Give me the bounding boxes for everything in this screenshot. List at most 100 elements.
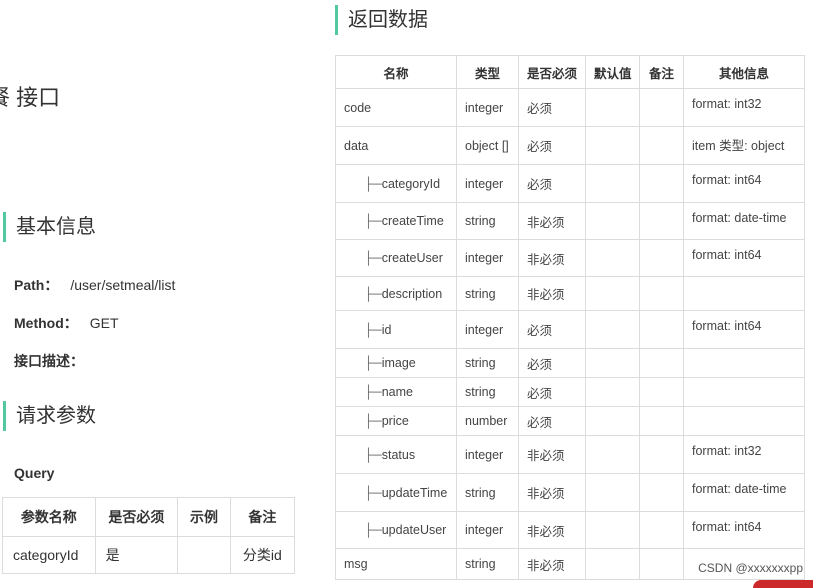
response-field-type: string	[456, 473, 519, 512]
response-field-remark	[639, 473, 684, 512]
response-field-default	[585, 202, 640, 240]
response-field-remark	[639, 88, 684, 127]
field-name-text: name	[381, 385, 413, 399]
param-example	[177, 536, 231, 574]
param-row: categoryId 是 分类id	[2, 536, 296, 574]
response-table: 名称 类型 是否必须 默认值 备注 其他信息 code integer 必须 form…	[335, 55, 805, 580]
response-field-default	[585, 239, 640, 277]
response-field-default	[585, 88, 640, 127]
response-field-required: 非必须	[518, 276, 586, 311]
response-field-info: format: date-time	[683, 202, 805, 240]
field-name-text: updateTime	[381, 485, 448, 500]
response-row: ├─updateTime string 非必须 format: date-time	[335, 473, 805, 512]
description-label: 接口描述：	[14, 353, 84, 369]
response-field-remark	[639, 310, 684, 349]
response-field-remark	[639, 377, 684, 407]
response-row: ├─createUser integer 非必须 format: int64	[335, 239, 805, 277]
response-row: ├─categoryId integer 必须 format: int64	[335, 164, 805, 203]
response-field-required: 非必须	[518, 202, 586, 240]
response-field-type: string	[456, 548, 519, 580]
method-value: GET	[89, 315, 119, 331]
response-field-type: integer	[456, 435, 519, 474]
basic-info-heading: 基本信息	[3, 212, 96, 242]
response-field-required: 必须	[518, 164, 586, 203]
tree-branch-icon: ├─	[364, 286, 382, 301]
response-row: ├─price number 必须	[335, 406, 805, 436]
field-name-text: image	[381, 356, 416, 370]
response-header-type: 类型	[456, 55, 519, 89]
response-field-default	[585, 377, 640, 407]
tree-branch-icon: ├─	[364, 414, 382, 428]
response-field-info	[683, 276, 805, 311]
response-field-name: ├─updateTime	[335, 473, 457, 512]
response-field-info: format: date-time	[683, 473, 805, 512]
response-field-info	[683, 377, 805, 407]
response-field-info: format: int64	[683, 164, 805, 203]
params-header-row: 参数名称 是否必须 示例 备注	[2, 497, 296, 537]
response-field-name: ├─price	[335, 406, 457, 436]
response-field-required: 必须	[518, 406, 586, 436]
response-data-heading: 返回数据	[335, 5, 428, 35]
param-name: categoryId	[2, 536, 96, 574]
response-field-required: 必须	[518, 377, 586, 407]
response-field-info: format: int32	[683, 435, 805, 474]
response-field-name: ├─image	[335, 348, 457, 378]
response-field-remark	[639, 276, 684, 311]
field-name-text: status	[381, 447, 416, 462]
response-field-default	[585, 473, 640, 512]
field-name-text: data	[344, 138, 369, 153]
response-field-type: integer	[456, 164, 519, 203]
response-field-default	[585, 511, 640, 549]
query-label: Query	[14, 465, 55, 481]
response-row: data object [] 必须 item 类型: object	[335, 126, 805, 165]
response-row: ├─status integer 非必须 format: int32	[335, 435, 805, 474]
param-header-required: 是否必须	[94, 497, 179, 537]
response-field-default	[585, 406, 640, 436]
response-field-remark	[639, 164, 684, 203]
response-field-type: string	[456, 276, 519, 311]
response-header-name: 名称	[335, 55, 457, 89]
response-field-required: 非必须	[518, 473, 586, 512]
param-header-example: 示例	[177, 497, 231, 537]
response-field-default	[585, 310, 640, 349]
response-field-name: code	[335, 88, 457, 127]
tree-branch-icon: ├─	[364, 176, 382, 191]
response-row: code integer 必须 format: int32	[335, 88, 805, 127]
response-row: ├─name string 必须	[335, 377, 805, 407]
response-field-info	[683, 348, 805, 378]
response-field-type: integer	[456, 239, 519, 277]
tree-branch-icon: ├─	[364, 523, 382, 537]
response-row: ├─description string 非必须	[335, 276, 805, 311]
description-row: 接口描述：	[14, 351, 96, 371]
response-field-remark	[639, 348, 684, 378]
field-name-text: id	[381, 322, 392, 337]
response-field-type: string	[456, 348, 519, 378]
response-field-type: integer	[456, 310, 519, 349]
response-field-default	[585, 276, 640, 311]
method-row: Method： GET	[14, 313, 119, 333]
request-params-heading: 请求参数	[3, 401, 96, 431]
response-field-remark	[639, 406, 684, 436]
query-params-table: 参数名称 是否必须 示例 备注 categoryId 是 分类id	[2, 497, 296, 574]
response-field-info: format: int64	[683, 511, 805, 549]
param-header-name: 参数名称	[2, 497, 96, 537]
response-row: ├─image string 必须	[335, 348, 805, 378]
response-field-name: data	[335, 126, 457, 165]
response-field-type: string	[456, 202, 519, 240]
response-field-info: format: int64	[683, 310, 805, 349]
tree-branch-icon: ├─	[364, 385, 382, 399]
path-row: Path： /user/setmeal/list	[14, 275, 175, 295]
field-name-text: createUser	[381, 251, 443, 265]
response-row: ├─createTime string 非必须 format: date-time	[335, 202, 805, 240]
response-field-name: ├─createTime	[335, 202, 457, 240]
field-name-text: categoryId	[381, 176, 441, 191]
param-remark: 分类id	[229, 536, 296, 574]
response-field-name: ├─updateUser	[335, 511, 457, 549]
response-field-required: 非必须	[518, 548, 586, 580]
tree-branch-icon: ├─	[364, 251, 382, 265]
response-field-name: ├─categoryId	[335, 164, 457, 203]
response-field-required: 必须	[518, 348, 586, 378]
response-field-default	[585, 348, 640, 378]
response-field-required: 必须	[518, 126, 586, 165]
response-field-info: format: int32	[683, 88, 805, 127]
